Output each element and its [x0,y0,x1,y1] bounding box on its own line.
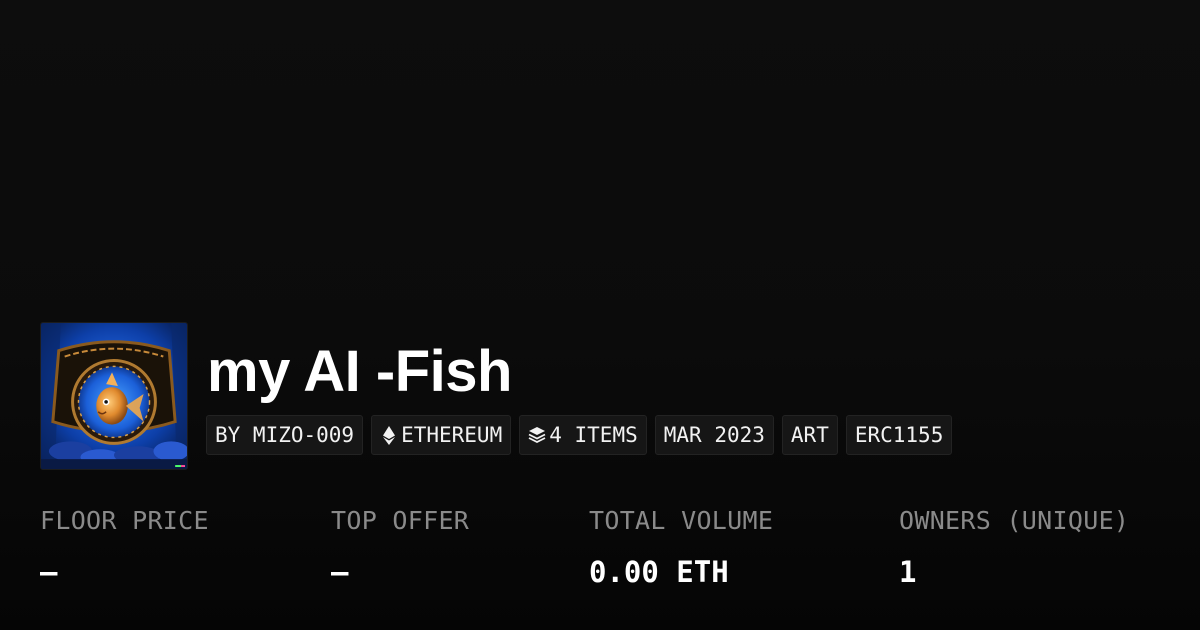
standard-label: ERC1155 [854,423,944,447]
stat-value: – [331,555,349,589]
layers-icon [528,425,546,445]
floor-price-stat: FLOOR PRICE – [40,504,209,590]
stat-value: – [40,555,58,589]
owners-stat: OWNERS (UNIQUE) 1 [899,504,1129,590]
stat-label: TOTAL VOLUME [589,506,774,535]
creator-label: BY MIZO-009 [215,423,355,447]
collection-tags: BY MIZO-009 ETHEREUM 4 ITEMS MAR 2023 AR… [206,415,953,455]
stat-label: FLOOR PRICE [40,506,209,535]
creator-tag[interactable]: BY MIZO-009 [206,415,364,455]
stat-label: TOP OFFER [331,506,470,535]
stat-value: 0.00 ETH [589,555,729,589]
date-tag: MAR 2023 [654,415,774,455]
chain-label: ETHEREUM [401,423,503,447]
items-tag[interactable]: 4 ITEMS [519,415,647,455]
collection-card: my AI -Fish BY MIZO-009 ETHEREUM 4 ITEMS… [0,0,1200,630]
items-label: 4 ITEMS [549,423,638,447]
date-label: MAR 2023 [663,423,765,447]
total-volume-stat: TOTAL VOLUME 0.00 ETH [589,504,773,590]
stat-value: 1 [899,555,917,589]
chain-tag[interactable]: ETHEREUM [371,415,512,455]
ethereum-icon [380,425,398,445]
top-offer-stat: TOP OFFER – [331,504,469,590]
stat-label: OWNERS (UNIQUE) [899,506,1130,535]
category-label: ART [790,423,829,447]
fish-artwork-image [41,323,187,469]
collection-title: my AI -Fish [207,339,512,404]
category-tag[interactable]: ART [781,415,838,455]
standard-tag: ERC1155 [845,415,953,455]
collection-thumbnail[interactable] [40,322,188,470]
